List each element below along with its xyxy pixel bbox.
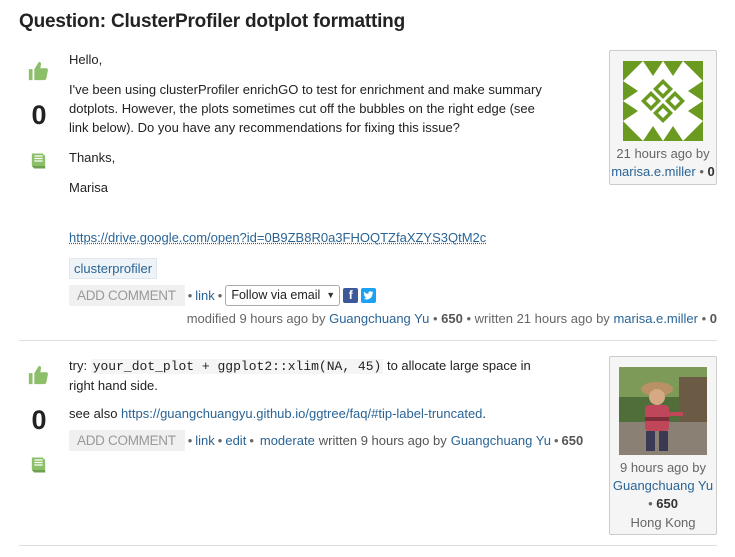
separator-dot: • [432,311,438,326]
answer-user-card: 9 hours ago by Guangchuang Yu • 650 Hong… [609,356,717,535]
user-time: 9 hours ago by [619,460,706,475]
period: . [482,406,487,421]
see-also-label: see also [69,406,118,421]
tag-clusterprofiler[interactable]: clusterprofiler [69,258,158,279]
written-user-link[interactable]: Guangchuang Yu [451,433,551,448]
facebook-icon[interactable]: f [343,287,359,303]
modified-text: modified 9 hours ago by [186,311,326,326]
user-location: Hong Kong [630,515,696,530]
follow-dropdown[interactable]: Follow via email ▼ [225,284,341,306]
separator-dot: • [187,432,193,448]
vote-count: 0 [31,100,47,130]
link-button[interactable]: link [195,433,215,448]
add-comment-button[interactable]: ADD COMMENT [69,429,185,451]
written-text: written 9 hours ago by [318,432,447,448]
ggtree-faq-link[interactable]: https://guangchuangyu.github.io/ggtree/f… [121,406,482,421]
drive-link[interactable]: https://drive.google.com/open?id=0B9ZB8R… [69,230,486,245]
link-button[interactable]: link [195,288,215,303]
separator-dot: • [648,496,657,511]
user-rep: 650 [656,496,678,511]
user-photo-avatar[interactable] [619,367,707,455]
question-actions: ADD COMMENT • link • Follow via email ▼ … [69,284,377,306]
see-also-line: see also https://guangchuangyu.github.io… [69,404,549,423]
separator-dot: • [466,311,472,326]
edit-button[interactable]: edit [225,433,246,448]
user-name-link[interactable]: Guangchuang Yu [613,478,713,493]
separator-dot: • [701,311,707,326]
written-user-rep: 650 [561,432,584,448]
vote-count: 0 [31,405,47,435]
separator-dot: • [217,432,223,448]
page-title: Question: ClusterProfiler dotplot format… [19,11,405,32]
thanks-text: Thanks, [69,150,116,165]
answer-text: try: your_dot_plot + ggplot2::xlim(NA, 4… [69,356,549,395]
book-icon[interactable] [28,151,49,171]
add-comment-button[interactable]: ADD COMMENT [69,284,185,306]
caret-down-icon: ▼ [326,290,336,300]
written-user-link[interactable]: marisa.e.miller [613,311,698,326]
user-rep: 0 [707,164,715,179]
question-user-card: 21 hours ago by marisa.e.miller • 0 [609,50,717,185]
answer-post: 0 try: your_dot_plot + ggplot2::xlim(NA,… [19,348,717,538]
separator-dot: • [699,164,708,179]
written-user-rep: 0 [709,311,717,326]
question-body: Hello, I've been using clusterProfiler e… [69,50,549,197]
book-icon[interactable] [28,455,49,475]
user-time: 21 hours ago by [616,146,710,161]
post-divider [19,340,717,341]
separator-dot: • [187,287,193,303]
thumbs-up-icon[interactable] [27,60,49,82]
written-text: written 21 hours ago by [474,311,610,326]
code-snippet: your_dot_plot + ggplot2::xlim(NA, 45) [90,359,384,374]
moderate-button[interactable]: moderate [260,433,315,448]
answer-actions: ADD COMMENT • link • edit • moderate wri… [69,429,583,451]
page: Question: ClusterProfiler dotplot format… [0,0,735,557]
twitter-icon[interactable] [361,287,377,303]
identicon-avatar[interactable] [623,61,703,141]
post-divider [19,545,717,546]
separator-dot: • [217,287,223,303]
question-post: 0 Hello, I've been using clusterProfiler… [19,46,717,336]
modified-user-rep: 650 [441,311,463,326]
separator-dot: • [249,432,254,448]
modified-user-link[interactable]: Guangchuang Yu [329,311,429,326]
answer-body: try: your_dot_plot + ggplot2::xlim(NA, 4… [69,356,549,423]
try-label: try: [69,358,88,373]
question-text: I've been using clusterProfiler enrichGO… [69,82,542,135]
greeting-text: Hello, [69,52,103,67]
question-meta: modified 9 hours ago by Guangchuang Yu •… [187,311,717,326]
thumbs-up-icon[interactable] [27,364,49,386]
separator-dot: • [553,432,559,448]
follow-label: Follow via email [231,288,321,302]
signature-text: Marisa [69,180,109,195]
user-name-link[interactable]: marisa.e.miller [611,164,696,179]
